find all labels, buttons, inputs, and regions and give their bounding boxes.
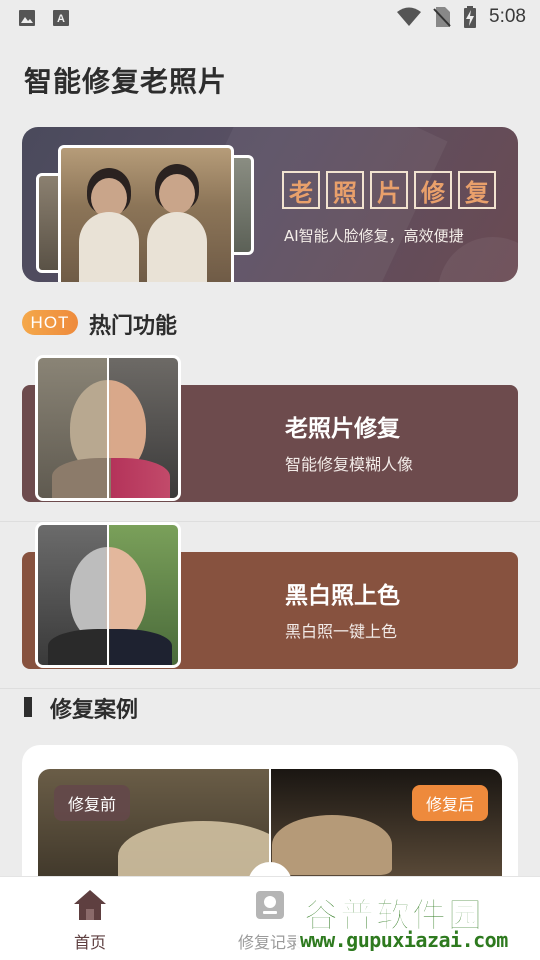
after-tag: 修复后 xyxy=(411,785,488,821)
status-bar: A 5:08 xyxy=(0,0,540,36)
divider xyxy=(0,688,540,689)
thumb-divider xyxy=(107,358,109,498)
nav-home[interactable]: 首页 xyxy=(40,889,140,953)
thumb-scarf xyxy=(52,458,170,498)
feature-thumb-colorize[interactable] xyxy=(35,522,181,668)
status-left-icons: A xyxy=(18,9,70,27)
cases-section-title: 修复案例 xyxy=(50,698,139,723)
hot-badge: HOT xyxy=(22,310,78,335)
banner-title-char: 修 xyxy=(414,171,452,209)
banner-title-char: 片 xyxy=(370,171,408,209)
wifi-icon xyxy=(397,7,422,26)
banner-title-char: 老 xyxy=(282,171,320,209)
home-icon xyxy=(74,890,106,920)
banner-title-char: 照 xyxy=(326,171,364,209)
banner-title: 老 照 片 修 复 xyxy=(282,171,496,209)
banner-title-char: 复 xyxy=(458,171,496,209)
nav-home-label: 首页 xyxy=(73,933,106,952)
watermark: 谷普软件园 www.gupuxiazai.com xyxy=(296,884,540,960)
status-right-icons: 5:08 xyxy=(397,6,526,28)
feature-subtitle: 智能修复模糊人像 xyxy=(285,455,414,474)
feature-subtitle: 黑白照一键上色 xyxy=(285,622,398,641)
photo-figure-left xyxy=(79,212,139,282)
page-title: 智能修复老照片 xyxy=(24,65,228,98)
case-headscarf-color xyxy=(272,815,392,875)
photo-face-right xyxy=(159,174,195,214)
svg-text:A: A xyxy=(57,13,65,25)
photo-figure-right xyxy=(147,212,207,282)
thumb-sweater xyxy=(48,629,172,665)
banner[interactable]: 老 照 片 修 复 AI智能人脸修复，高效便捷 xyxy=(22,127,518,282)
status-time: 5:08 xyxy=(489,6,526,27)
section-marker xyxy=(24,697,32,717)
records-icon xyxy=(256,891,284,919)
banner-subtitle: AI智能人脸修复，高效便捷 xyxy=(284,227,464,245)
feature-thumb-old-photo[interactable] xyxy=(35,355,181,501)
hot-section-title: 热门功能 xyxy=(89,314,178,339)
watermark-url: www.gupuxiazai.com xyxy=(300,928,508,952)
banner-photo-main xyxy=(58,145,234,282)
feature-title: 老照片修复 xyxy=(285,416,400,442)
thumb-divider xyxy=(107,525,109,665)
image-icon xyxy=(19,10,35,26)
text-a-icon: A xyxy=(53,10,69,26)
feature-title: 黑白照上色 xyxy=(285,583,400,609)
battery-charging-icon xyxy=(464,6,477,28)
before-tag: 修复前 xyxy=(54,785,131,821)
no-sim-icon xyxy=(433,7,451,27)
